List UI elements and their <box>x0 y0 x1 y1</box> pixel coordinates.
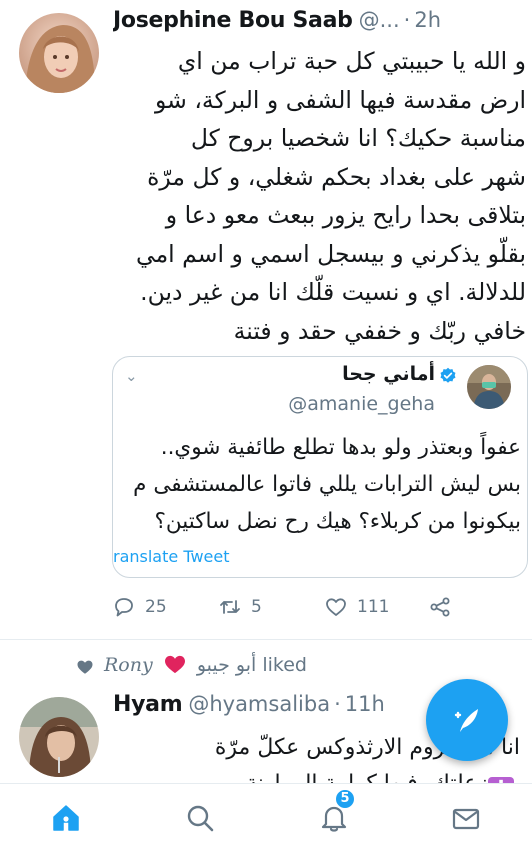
author-name[interactable]: Josephine Bou Saab <box>113 8 353 33</box>
nav-home[interactable] <box>46 798 86 838</box>
tweet-text-line: و الله يا حبيبتي كل حبة تراب من اي <box>177 47 526 75</box>
red-heart-emoji-icon <box>164 655 185 674</box>
home-icon <box>53 805 79 831</box>
liker-arabic-name[interactable]: أبو جيبو <box>197 654 256 676</box>
liker-name[interactable]: Rony <box>104 654 153 676</box>
heart-icon <box>326 598 346 616</box>
tweet-text-line: بتلاقى بحدا رايح يزور ببعث معو دعا و <box>165 201 526 229</box>
notifications-badge: 5 <box>334 788 356 810</box>
share-icon <box>430 597 450 617</box>
compose-tweet-icon <box>454 709 478 732</box>
quoted-author-name[interactable]: أماني جحا <box>342 363 435 385</box>
liked-heart-icon <box>77 660 93 674</box>
like-button[interactable]: 111 <box>324 590 389 624</box>
tweet-text-line: بقلّو يذكرني و بيسجل اسمي و اسم امي <box>135 239 526 268</box>
search-icon <box>187 805 214 832</box>
nav-notifications[interactable]: 5 <box>314 788 356 838</box>
tweet2-author-handle[interactable]: @hyamsaliba <box>188 692 330 716</box>
share-button[interactable] <box>428 590 452 624</box>
tweet-header: Josephine Bou Saab @... · 2h <box>113 8 523 42</box>
author-avatar[interactable] <box>19 13 99 93</box>
author-handle[interactable]: @... <box>359 8 400 32</box>
quoted-text-line: بيكونوا من كربلاء؟ هيك رح نضل ساكتين؟ <box>154 509 521 534</box>
mail-icon <box>452 808 480 830</box>
tweet2-header-separator: · <box>334 692 341 716</box>
tweet-text-line: خافي ربّك و خففي حقد و فتنة <box>233 316 526 345</box>
retweet-button[interactable]: 5 <box>218 590 262 624</box>
reply-icon <box>115 598 133 617</box>
quoted-tweet-card[interactable]: ⌄ أماني جحا @amanie_geha عفواً وبعتذر ول… <box>112 356 528 578</box>
translate-tweet-link[interactable]: ranslate Tweet <box>113 547 229 566</box>
retweet-count: 5 <box>251 597 262 617</box>
reply-count: 25 <box>145 597 167 617</box>
like-count: 111 <box>357 597 390 617</box>
tweet-text: و الله يا حبيبتي كل حبة تراب من اي ارض م… <box>106 42 526 350</box>
tweet-text-line: مناسبة حكيك؟ انا شخصيا بروح كل <box>190 124 526 152</box>
nav-search[interactable] <box>180 798 220 838</box>
verified-badge-icon <box>440 367 456 383</box>
reply-button[interactable]: 25 <box>112 590 167 624</box>
header-separator: · <box>403 8 411 32</box>
retweet-icon <box>220 600 240 614</box>
tweet-text-line: ارض مقدسة فيها الشفى و البركة، شو <box>155 85 526 114</box>
quoted-author-avatar <box>467 365 511 409</box>
tweet-text-line: للدلالة. اي و نسيت قلّك انا من غير دين. <box>140 278 526 306</box>
quoted-text-line: عفواً وبعتذر ولو بدها تطلع طائفية شوي.. <box>160 435 521 460</box>
liked-notice-text: Rony أبو جيبو liked <box>104 654 307 676</box>
compose-tweet-button[interactable] <box>426 679 508 761</box>
tweet-divider <box>0 639 532 640</box>
quoted-text-line: بس ليش الترابات يللي فاتوا عالمستشفى م <box>133 472 521 497</box>
tweet-text-line: شهر على بغداد بحكم شغلي، و كل مرّة <box>147 162 526 191</box>
bottom-navigation: 5 <box>0 783 532 850</box>
liked-notice[interactable]: Rony أبو جيبو liked <box>0 652 532 684</box>
quoted-tweet-text: عفواً وبعتذر ولو بدها تطلع طائفية شوي.. … <box>115 429 521 540</box>
nav-messages[interactable] <box>446 798 486 838</box>
liked-verb: liked <box>262 654 307 676</box>
tweet-actions: 25 5 111 <box>112 590 528 624</box>
tweet2-author-name[interactable]: Hyam <box>113 692 183 717</box>
tweet2-timestamp[interactable]: 11h <box>345 692 385 716</box>
quoted-author-handle[interactable]: @amanie_geha <box>288 393 435 415</box>
tweet-timestamp[interactable]: 2h <box>414 8 441 32</box>
tweet2-author-avatar[interactable] <box>19 697 99 777</box>
quote-menu-chevron-icon[interactable]: ⌄ <box>125 367 138 385</box>
